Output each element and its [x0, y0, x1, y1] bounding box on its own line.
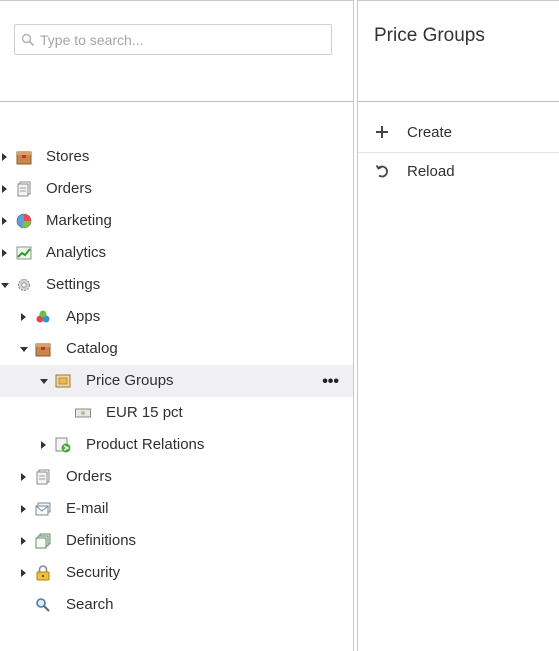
reload-button[interactable]: Reload — [358, 153, 559, 191]
documents-icon — [17, 181, 31, 197]
tree-node-price-groups[interactable]: Price Groups ••• — [0, 365, 353, 397]
header-divider — [358, 101, 559, 102]
documents-icon — [36, 469, 50, 485]
expand-arrow-icon[interactable] — [2, 185, 7, 193]
search-input[interactable] — [40, 25, 325, 54]
magnifier-icon — [36, 598, 50, 612]
tree-node-eur-15-pct[interactable]: EUR 15 pct — [0, 397, 353, 429]
tree-node-search[interactable]: Search — [0, 589, 353, 621]
tree-node-label: EUR 15 pct — [106, 404, 183, 421]
page-title: Price Groups — [374, 25, 485, 46]
create-button[interactable]: Create — [358, 114, 559, 152]
box-icon — [16, 151, 32, 165]
stacked-documents-icon — [35, 533, 51, 549]
tree-node-label: Catalog — [66, 340, 118, 357]
tree-node-label: Search — [66, 596, 114, 613]
tree-node-catalog[interactable]: Catalog — [0, 333, 353, 365]
tree-node-definitions[interactable]: Definitions — [0, 525, 353, 557]
pie-chart-icon — [16, 213, 32, 229]
tree-node-marketing[interactable]: Marketing — [0, 205, 353, 237]
tree-node-label: Price Groups — [86, 372, 174, 389]
reload-icon — [375, 165, 388, 178]
collapse-arrow-icon[interactable] — [1, 283, 9, 288]
tree-header-divider — [0, 101, 353, 102]
expand-arrow-icon[interactable] — [21, 569, 26, 577]
tree-node-analytics[interactable]: Analytics — [0, 237, 353, 269]
tree-node-email[interactable]: E-mail — [0, 493, 353, 525]
tree-node-security[interactable]: Security — [0, 557, 353, 589]
tree-node-label: Settings — [46, 276, 101, 293]
reload-label: Reload — [407, 163, 455, 180]
tree-node-apps[interactable]: Apps — [0, 301, 353, 333]
tree-node-label: Orders — [66, 468, 112, 485]
tree-node-label: Marketing — [46, 212, 112, 229]
price-group-icon — [55, 374, 71, 388]
tree-node-settings-orders[interactable]: Orders — [0, 461, 353, 493]
create-label: Create — [407, 124, 453, 141]
expand-arrow-icon[interactable] — [21, 537, 26, 545]
expand-arrow-icon[interactable] — [2, 249, 7, 257]
tree-node-label: Product Relations — [86, 436, 205, 453]
collapse-arrow-icon[interactable] — [20, 347, 28, 352]
expand-arrow-icon[interactable] — [21, 505, 26, 513]
tree-node-label: Security — [66, 564, 121, 581]
tree-node-label: Stores — [46, 148, 90, 165]
banknote-icon — [75, 408, 91, 418]
expand-arrow-icon[interactable] — [2, 153, 7, 161]
tree-panel: Stores Orders Marketing — [0, 1, 353, 651]
tree-node-label: Orders — [46, 180, 92, 197]
search-icon — [21, 33, 35, 47]
expand-arrow-icon[interactable] — [41, 441, 46, 449]
plus-icon — [376, 126, 388, 138]
tree-node-label: E-mail — [66, 500, 109, 517]
tree-node-product-relations[interactable]: Product Relations — [0, 429, 353, 461]
tree-node-orders[interactable]: Orders — [0, 173, 353, 205]
tree-node-settings[interactable]: Settings — [0, 269, 353, 301]
expand-arrow-icon[interactable] — [2, 217, 7, 225]
expand-arrow-icon[interactable] — [21, 313, 26, 321]
expand-arrow-icon[interactable] — [21, 473, 26, 481]
apps-icon — [36, 310, 50, 323]
tree-node-label: Apps — [66, 308, 101, 325]
detail-panel: Price Groups Create Reload — [358, 1, 559, 651]
more-options-button[interactable]: ••• — [322, 373, 339, 391]
envelope-icon — [35, 502, 51, 516]
tree-node-label: Analytics — [46, 244, 107, 261]
gear-icon — [18, 279, 30, 291]
tree-node-stores[interactable]: Stores — [0, 141, 353, 173]
box-icon — [35, 343, 51, 357]
collapse-arrow-icon[interactable] — [40, 379, 48, 384]
product-relations-icon — [55, 437, 71, 453]
line-chart-icon — [16, 246, 32, 260]
tree: Stores Orders Marketing Analytics Settin… — [0, 141, 353, 621]
lock-icon — [36, 565, 50, 581]
tree-node-label: Definitions — [66, 532, 137, 549]
search-box[interactable] — [14, 24, 332, 55]
